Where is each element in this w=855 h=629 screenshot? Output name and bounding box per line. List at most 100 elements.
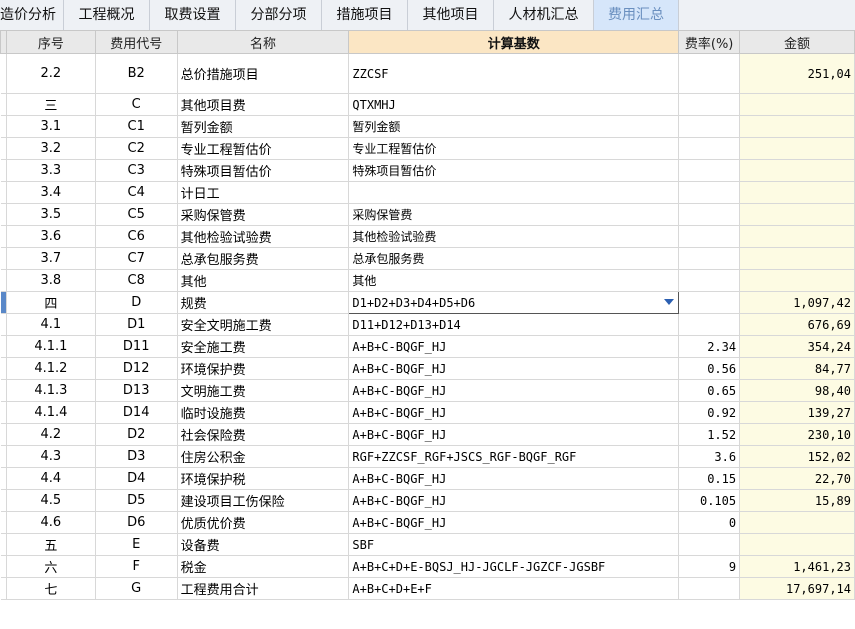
cell-amount[interactable]: 15,89 [739,489,855,512]
cell-calc-base[interactable]: A+B+C-BQGF_HJ [348,335,680,358]
cell-seq[interactable]: 3.3 [5,159,96,182]
cell-name[interactable]: 其他 [176,269,350,292]
cell-name[interactable]: 环境保护税 [176,467,350,490]
cell-rate[interactable] [678,93,741,116]
cell-amount[interactable] [739,225,855,248]
cell-code[interactable]: D2 [94,423,178,446]
cell-calc-base[interactable]: A+B+C-BQGF_HJ [348,379,680,402]
cell-code[interactable]: D13 [94,379,178,402]
tab-3[interactable]: 取费设置 [150,0,236,30]
tab-4[interactable]: 分部分项 [236,0,322,30]
cell-amount[interactable]: 98,40 [739,379,855,402]
cell-seq[interactable]: 4.1 [5,313,96,336]
cell-calc-base[interactable]: A+B+C-BQGF_HJ [348,467,680,490]
cell-code[interactable]: B2 [94,53,178,94]
cell-name[interactable]: 专业工程暂估价 [176,137,350,160]
cell-calc-base[interactable]: A+B+C+D+E-BQSJ_HJ-JGCLF-JGZCF-JGSBF [348,555,680,578]
cell-name[interactable]: 总承包服务费 [176,247,350,270]
table-row[interactable]: 4.1.2 D12 环境保护费 A+B+C-BQGF_HJ 0.56 84,77 [0,357,855,380]
cell-amount[interactable]: 676,69 [739,313,855,336]
cell-seq[interactable]: 3.7 [5,247,96,270]
cell-rate[interactable]: 0.15 [678,467,741,490]
cell-seq[interactable]: 4.3 [5,445,96,468]
cell-name[interactable]: 规费 [176,291,350,314]
cell-code[interactable]: C3 [94,159,178,182]
cell-seq[interactable]: 4.1.4 [5,401,96,424]
cell-calc-base[interactable] [348,181,680,204]
cell-name[interactable]: 优质优价费 [176,511,350,534]
cell-rate[interactable]: 1.52 [678,423,741,446]
cell-rate[interactable]: 2.34 [678,335,741,358]
cell-amount[interactable]: 17,697,14 [739,577,855,600]
table-row[interactable]: 4.6 D6 优质优价费 A+B+C-BQGF_HJ 0 [0,511,855,534]
cell-name[interactable]: 文明施工费 [176,379,350,402]
cell-code[interactable]: D14 [94,401,178,424]
cell-seq[interactable]: 4.1.2 [5,357,96,380]
cell-amount[interactable]: 152,02 [739,445,855,468]
table-row[interactable]: 三 C 其他项目费 QTXMHJ [0,93,855,116]
cell-rate[interactable] [678,203,741,226]
cell-calc-base[interactable]: A+B+C-BQGF_HJ [348,423,680,446]
cell-calc-base[interactable]: 其他检验试验费 [348,225,680,248]
cell-amount[interactable]: 354,24 [739,335,855,358]
cell-name[interactable]: 建设项目工伤保险 [176,489,350,512]
cell-seq[interactable]: 4.1.1 [5,335,96,358]
col-header-calc-base[interactable]: 计算基数 [348,30,680,54]
cell-calc-base[interactable]: RGF+ZZCSF_RGF+JSCS_RGF-BQGF_RGF [348,445,680,468]
cell-code[interactable]: D1 [94,313,178,336]
cell-calc-base[interactable]: 其他 [348,269,680,292]
cell-rate[interactable]: 0.56 [678,357,741,380]
cell-code[interactable]: C [94,93,178,116]
cell-code[interactable]: D12 [94,357,178,380]
cell-seq[interactable]: 五 [5,533,96,556]
cell-seq[interactable]: 六 [5,555,96,578]
cell-name[interactable]: 社会保险费 [176,423,350,446]
cell-amount[interactable] [739,115,855,138]
tab-2[interactable]: 工程概况 [64,0,150,30]
tab-8[interactable]: 费用汇总 [594,0,679,30]
tab-6[interactable]: 其他项目 [408,0,494,30]
cell-seq[interactable]: 4.4 [5,467,96,490]
table-row[interactable]: 3.4 C4 计日工 [0,181,855,204]
cell-rate[interactable] [678,137,741,160]
cell-calc-base[interactable]: 特殊项目暂估价 [348,159,680,182]
cell-rate[interactable] [678,181,741,204]
cell-calc-base[interactable]: 暂列金额 [348,115,680,138]
cell-calc-base[interactable]: 专业工程暂估价 [348,137,680,160]
cell-seq[interactable]: 3.6 [5,225,96,248]
cell-name[interactable]: 其他项目费 [176,93,350,116]
table-row[interactable]: 4.3 D3 住房公积金 RGF+ZZCSF_RGF+JSCS_RGF-BQGF_RG… [0,445,855,468]
cell-amount[interactable] [739,511,855,534]
cell-code[interactable]: D5 [94,489,178,512]
table-row[interactable]: 2.2 B2 总价措施项目 ZZCSF 251,04 [0,53,855,94]
cell-amount[interactable] [739,93,855,116]
cell-rate[interactable] [678,533,741,556]
cell-name[interactable]: 采购保管费 [176,203,350,226]
cell-rate[interactable]: 3.6 [678,445,741,468]
table-row[interactable]: 4.4 D4 环境保护税 A+B+C-BQGF_HJ 0.15 22,70 [0,467,855,490]
cell-code[interactable]: C7 [94,247,178,270]
cell-name[interactable]: 设备费 [176,533,350,556]
cell-name[interactable]: 安全施工费 [176,335,350,358]
cell-name[interactable]: 环境保护费 [176,357,350,380]
cell-code[interactable]: F [94,555,178,578]
cell-rate[interactable] [678,291,741,314]
cell-calc-base-editor[interactable]: D1+D2+D3+D4+D5+D6 [348,291,680,314]
cell-amount[interactable]: 139,27 [739,401,855,424]
table-row[interactable]: 4.5 D5 建设项目工伤保险 A+B+C-BQGF_HJ 0.105 15,89 [0,489,855,512]
col-header-rate[interactable]: 费率(%) [678,30,741,54]
cell-amount[interactable] [739,203,855,226]
cell-rate[interactable] [678,247,741,270]
cell-rate[interactable] [678,115,741,138]
cell-calc-base[interactable]: D11+D12+D13+D14 [348,313,680,336]
col-header-code[interactable]: 费用代号 [94,30,178,54]
cell-rate[interactable]: 0.65 [678,379,741,402]
table-row[interactable]: 七 G 工程费用合计 A+B+C+D+E+F 17,697,14 [0,577,855,600]
col-header-seq[interactable]: 序号 [5,30,96,54]
cell-amount[interactable]: 22,70 [739,467,855,490]
cell-code[interactable]: D6 [94,511,178,534]
cell-rate[interactable]: 0.105 [678,489,741,512]
cell-name[interactable]: 住房公积金 [176,445,350,468]
cell-name[interactable]: 暂列金额 [176,115,350,138]
cell-seq[interactable]: 3.8 [5,269,96,292]
